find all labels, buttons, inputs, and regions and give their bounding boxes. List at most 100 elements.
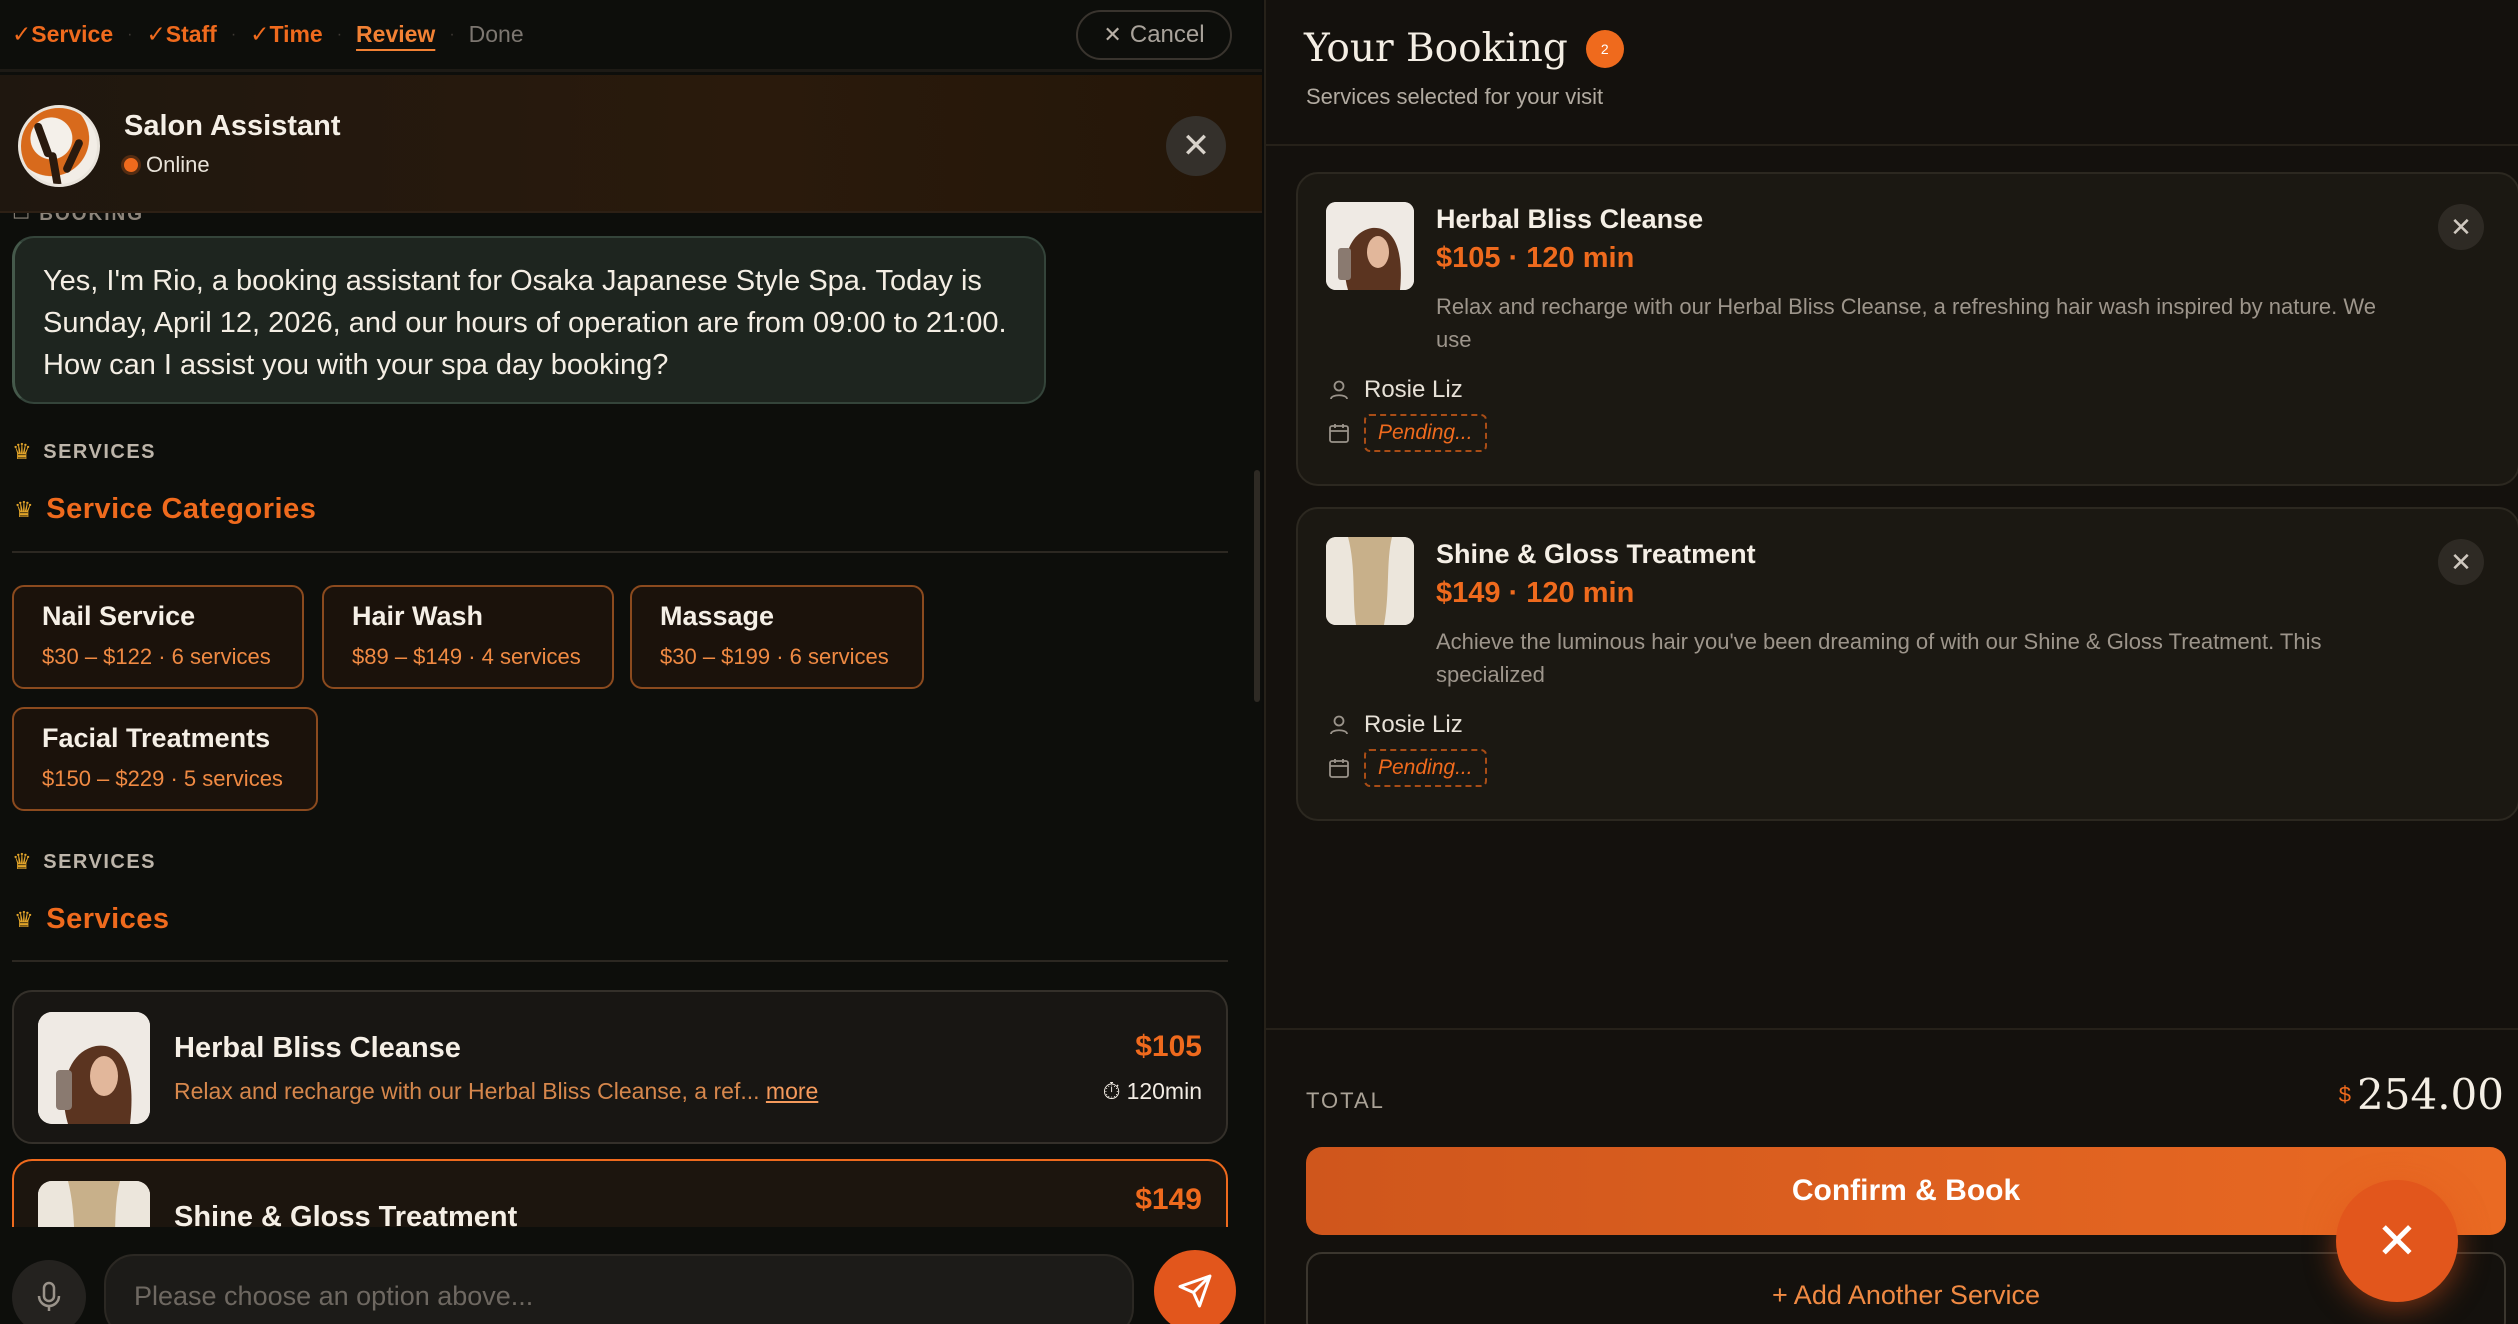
category-name: Nail Service [42,601,196,631]
services-title: ♛ Services [14,903,170,935]
calendar-icon [1329,424,1349,443]
count-badge: 2 [1585,29,1624,68]
assistant-message: Yes, I'm Rio, a booking assistant for Os… [12,236,1046,404]
service-card-herbal-bliss[interactable]: Herbal Bliss Cleanse Relax and recharge … [12,990,1228,1144]
step-separator: · [230,25,237,43]
service-price: $105 [1135,1030,1202,1063]
booking-item-name: Shine & Gloss Treatment [1436,539,1756,569]
category-meta: $89 – $149 · 4 services [352,644,581,669]
close-icon: ✕ [2450,211,2472,242]
user-icon [1330,715,1348,735]
divider [1266,144,2518,146]
service-duration: ⏱ 120min [1102,1078,1202,1104]
total-label: TOTAL [1306,1088,1385,1113]
booking-stepper: ✓Service · ✓Staff · ✓Time · Review · Don… [0,0,1262,72]
chat-header [0,75,1262,213]
user-icon [1330,380,1348,400]
service-description: Relax and recharge with our Herbal Bliss… [174,1078,819,1104]
chat-input[interactable] [104,1254,1134,1324]
booking-title: Your Booking 2 [1304,26,1624,71]
app-root: ✓Service · ✓Staff · ✓Time · Review · Don… [0,0,2518,1324]
booking-thumbnail [1326,202,1414,290]
step-staff[interactable]: ✓Staff [146,21,216,48]
booking-item-staff: Rosie Liz [1328,711,1463,739]
pending-badge: Pending... [1364,749,1487,787]
chat-panel: ✓Service · ✓Staff · ✓Time · Review · Don… [0,0,1262,1324]
category-card-hair-wash[interactable]: Hair Wash $89 – $149 · 4 services [322,585,614,689]
booking-thumbnail [1326,537,1414,625]
cancel-button[interactable]: ✕ Cancel [1076,10,1232,60]
step-done: Done [468,21,524,47]
remove-item-button[interactable]: ✕ [2438,539,2484,585]
send-icon [1178,1274,1212,1308]
assistant-name: Salon Assistant [124,110,341,142]
close-icon: ✕ [2376,1213,2418,1269]
chat-input-bar [0,1228,1262,1324]
booking-item-shine-gloss: Shine & Gloss Treatment $149 · 120 min A… [1296,507,2518,821]
status-text: Online [146,152,210,177]
service-name: Herbal Bliss Cleanse [174,1032,461,1064]
calendar-emoji-icon: ▭ [12,213,40,225]
section-label-services: ♛ SERVICES [12,439,157,464]
step-service[interactable]: ✓Service [12,21,113,48]
send-button[interactable] [1154,1250,1236,1324]
category-card-nail[interactable]: Nail Service $30 – $122 · 6 services [12,585,304,689]
service-thumbnail [38,1181,150,1227]
step-separator: · [449,25,455,43]
cancel-label: Cancel [1129,21,1205,48]
category-card-massage[interactable]: Massage $30 – $199 · 6 services [630,585,924,689]
close-icon: ✕ [1181,127,1211,165]
total-value: 254.00 [2357,1070,2504,1119]
section-label-services: ♛ SERVICES [12,849,157,874]
currency-symbol: $ [2338,1082,2352,1107]
booking-item-description: Achieve the luminous hair you've been dr… [1436,629,2322,687]
booking-item-price: $105 · 120 min [1436,242,1635,274]
pending-badge: Pending... [1364,414,1487,452]
chat-scrollbar[interactable] [1254,470,1260,702]
category-meta: $30 – $122 · 6 services [42,644,271,669]
category-name: Hair Wash [352,601,484,631]
service-price: $149 [1135,1183,1202,1216]
spa-emoji-icon: ♛ [14,906,35,932]
step-time[interactable]: ✓Time [250,21,323,48]
status-indicator: Online [124,152,210,178]
category-card-facial[interactable]: Facial Treatments $150 – $229 · 5 servic… [12,707,318,811]
divider [12,551,1228,553]
service-thumbnail [38,1012,150,1124]
assistant-avatar [18,105,100,187]
booking-item-description: Relax and recharge with our Herbal Bliss… [1436,294,2376,352]
booking-subtitle: Services selected for your visit [1306,84,1604,109]
confirm-book-button[interactable]: Confirm & Book [1306,1147,2506,1235]
clock-icon: ⏱ [1102,1078,1121,1104]
remove-item-button[interactable]: ✕ [2438,204,2484,250]
section-label: ▭ BOOKING [12,213,144,226]
category-name: Massage [660,601,775,631]
divider [12,960,1228,962]
close-icon: ✕ [2450,546,2472,577]
service-name: Shine & Gloss Treatment [174,1201,518,1227]
close-icon: ✕ [1103,22,1122,47]
close-chat-button[interactable]: ✕ [1166,116,1226,176]
booking-item-name: Herbal Bliss Cleanse [1436,204,1704,234]
add-service-button[interactable]: + Add Another Service [1306,1252,2506,1324]
booking-item-staff: Rosie Liz [1328,376,1463,404]
service-card-shine-gloss[interactable]: Shine & Gloss Treatment $149 [12,1159,1228,1227]
spa-emoji-icon: ♛ [14,496,35,522]
booking-item-herbal-bliss: Herbal Bliss Cleanse $105 · 120 min Rela… [1296,172,2518,486]
step-review[interactable]: Review [356,21,435,48]
booking-panel: Your Booking 2 Services selected for you… [1264,0,2518,1324]
divider [1266,1028,2518,1030]
mic-icon [37,1281,61,1311]
mic-button[interactable] [12,1260,86,1324]
category-meta: $150 – $229 · 5 services [42,766,283,791]
calendar-icon [1329,759,1349,778]
more-link[interactable]: more [766,1078,818,1104]
close-booking-fab[interactable]: ✕ [2336,1180,2458,1302]
online-dot-icon [124,158,138,172]
step-separator: · [336,25,343,43]
categories-title: ♛ Service Categories [14,493,317,525]
step-separator: · [127,25,133,43]
total-amount: $ 254.00 [2339,1070,2504,1119]
category-name: Facial Treatments [42,723,271,753]
chat-messages: ▭ BOOKING Yes, I'm Rio, a booking assist… [0,213,1262,1227]
